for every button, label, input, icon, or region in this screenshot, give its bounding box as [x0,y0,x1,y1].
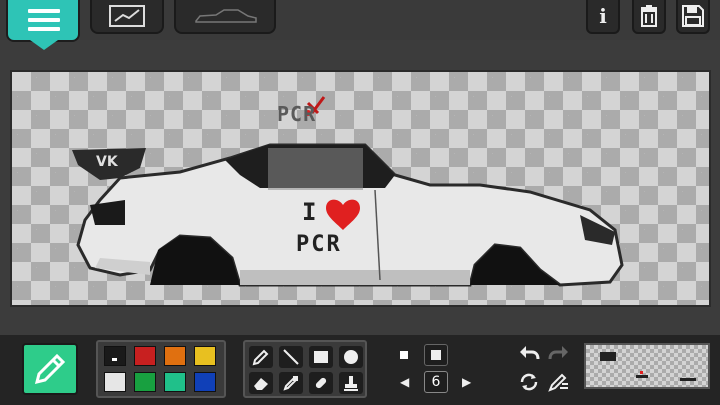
line-icon [283,349,299,365]
bandage-icon [315,377,327,389]
trash-icon [641,5,657,27]
flip-rotate-button[interactable] [518,372,540,397]
pcr-logo-decal: PCR [277,102,317,126]
circle-tool[interactable] [339,346,363,368]
eraser-icon [254,378,268,390]
brush-size-value: 6 [424,371,448,393]
stamp-icon [344,376,358,391]
size-decrease-arrow[interactable]: ◀ [400,375,409,389]
undo-button[interactable] [518,344,540,367]
decal-letter-i: I [302,198,317,226]
color-swatch-orange[interactable] [164,346,186,366]
tool-panel [243,340,367,398]
color-swatch-red[interactable] [134,346,156,366]
color-palette [96,340,226,398]
stamp-tool[interactable] [339,372,363,394]
brush-size-large[interactable] [424,344,448,366]
square-brush-icon [431,350,441,360]
size-increase-arrow[interactable]: ▶ [462,375,471,389]
rotate-icon [520,373,538,391]
info-button[interactable]: i [586,0,620,34]
canvas-preview-thumbnail[interactable] [584,343,710,389]
color-swatch-blue[interactable] [194,372,216,392]
clear-brush-button[interactable] [548,372,570,397]
trash-button[interactable] [632,0,666,34]
drawing-canvas[interactable] [12,72,709,305]
color-swatch-black[interactable] [104,346,126,366]
pencil-icon [252,349,269,366]
bandage-tool[interactable] [309,372,333,394]
draw-mode-button[interactable] [22,343,78,395]
rectangle-tool[interactable] [309,346,333,368]
paint-canvas-icon [109,5,145,27]
brush-size-small[interactable] [400,351,408,359]
hamburger-icon [28,9,60,31]
eyedropper-tool[interactable] [279,372,303,394]
tab-car-view[interactable] [174,0,276,34]
decal-pcr-text: PCR [296,232,342,257]
eraser-tool[interactable] [249,372,273,394]
brush-clear-icon [548,373,568,392]
selected-color-indicator [112,358,117,361]
redo-icon [548,346,568,360]
floppy-disk-icon [682,5,704,27]
save-button[interactable] [676,0,710,34]
redo-button[interactable] [548,344,570,367]
pencil-icon [34,353,66,385]
color-swatch-yellow[interactable] [194,346,216,366]
eyedropper-icon [283,376,298,391]
drawing-canvas-frame [10,70,711,307]
menu-button[interactable] [6,0,80,50]
color-swatch-white[interactable] [104,372,126,392]
circle-icon [344,350,358,364]
preview-livery [600,352,696,381]
undo-icon [520,346,540,360]
car-silhouette-icon [195,9,257,23]
line-tool[interactable] [279,346,303,368]
pencil-tool[interactable] [249,346,273,368]
color-swatch-teal[interactable] [164,372,186,392]
tab-paint[interactable] [90,0,164,34]
rectangle-icon [314,351,328,363]
color-swatch-green[interactable] [134,372,156,392]
